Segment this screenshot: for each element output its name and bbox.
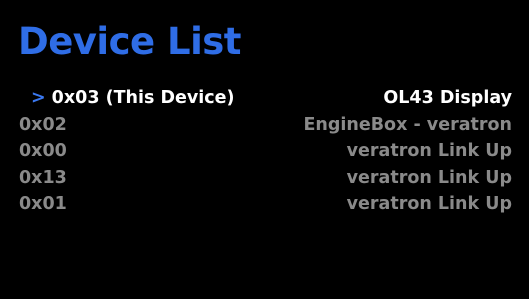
- selection-cursor-icon: >: [31, 88, 46, 108]
- device-id: 0x13: [19, 167, 67, 188]
- device-name: OL43 Display: [383, 88, 512, 108]
- device-name: veratron Link Up: [346, 194, 512, 214]
- page-title: Device List: [18, 20, 242, 63]
- device-id: 0x00: [19, 141, 67, 161]
- device-list: >0x03 (This Device) OL43 Display 0x02 En…: [0, 85, 529, 218]
- device-list-screen: Device List >0x03 (This Device) OL43 Dis…: [0, 0, 529, 299]
- device-name: EngineBox - veratron: [303, 114, 512, 135]
- device-row-selected[interactable]: >0x03 (This Device) OL43 Display: [0, 85, 529, 112]
- device-name: veratron Link Up: [346, 167, 512, 188]
- device-id: >0x03 (This Device): [31, 85, 235, 111]
- device-id: 0x01: [19, 194, 67, 214]
- device-row[interactable]: 0x13 veratron Link Up: [0, 165, 529, 192]
- device-id: 0x02: [19, 114, 67, 135]
- device-row[interactable]: 0x02 EngineBox - veratron: [0, 112, 529, 139]
- device-row[interactable]: 0x01 veratron Link Up: [0, 191, 529, 218]
- device-id-text: 0x03 (This Device): [51, 88, 235, 108]
- device-name: veratron Link Up: [346, 141, 512, 161]
- device-row[interactable]: 0x00 veratron Link Up: [0, 138, 529, 165]
